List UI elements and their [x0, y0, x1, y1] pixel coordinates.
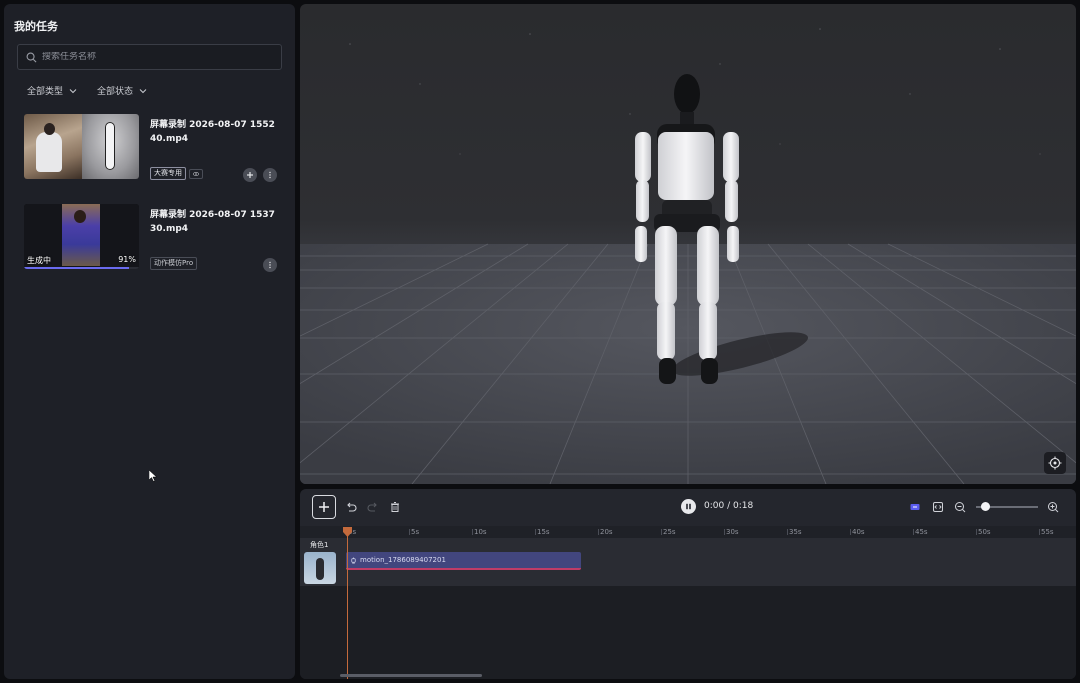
ruler-tick: 25s [663, 528, 676, 536]
search-icon [26, 52, 37, 62]
task-panel: 我的任务 全部类型 全部状态 屏幕录制 2026-08-07 155240.mp… [4, 4, 295, 679]
timeline-panel: 0:00 / 0:18 0s 5s 10s 15s 20s 25s 30s 35s 40s 45s… [300, 489, 1076, 679]
time-ruler[interactable]: 0s 5s 10s 15s 20s 25s 30s 35s 40s 45s 50s 55s [300, 526, 1076, 538]
type-filter[interactable]: 全部类型 [27, 84, 77, 97]
character-avatar[interactable] [304, 552, 336, 584]
ruler-tick: 10s [474, 528, 487, 536]
tag-eye [189, 168, 203, 179]
add-to-timeline-button[interactable] [243, 168, 257, 182]
redo-icon [367, 502, 377, 512]
task-tag: 大赛专用 [150, 167, 186, 180]
pause-button[interactable] [681, 499, 696, 514]
more-vertical-icon [269, 171, 271, 179]
ruler-tick-mark [724, 529, 725, 535]
task-tags: 动作模仿Pro [150, 257, 198, 270]
progress-fill [24, 267, 129, 269]
ruler-tick-mark [472, 529, 473, 535]
horizontal-scrollbar[interactable] [340, 674, 482, 677]
view-mode-toggle[interactable] [908, 500, 922, 514]
status-filter-label: 全部状态 [97, 87, 134, 97]
robot-icon [351, 556, 356, 563]
ruler-tick-mark [913, 529, 914, 535]
zoom-in-icon [1048, 502, 1059, 513]
ruler-tick-mark [598, 529, 599, 535]
task-tag: 动作模仿Pro [150, 257, 198, 270]
generating-status: 生成中 [27, 256, 51, 265]
zoom-out-icon [955, 502, 966, 513]
fit-view-button[interactable] [931, 500, 945, 514]
filter-bar: 全部类型 全部状态 [27, 84, 147, 97]
ruler-tick: 35s [789, 528, 802, 536]
add-clip-button[interactable] [312, 495, 336, 519]
zoom-slider-handle[interactable] [980, 502, 990, 511]
status-filter[interactable]: 全部状态 [97, 84, 147, 97]
clip-label: motion_1786089407201 [360, 556, 446, 564]
ruler-tick-mark [409, 529, 410, 535]
trash-icon [391, 502, 399, 512]
chevron-down-icon [139, 88, 147, 93]
track-area: 角色1 motion_1786089407201 [300, 538, 1076, 679]
task-name: 屏幕录制 2026-08-07 153730.mp4 [150, 210, 275, 234]
undo-icon [347, 502, 357, 512]
motion-clip[interactable]: motion_1786089407201 [346, 552, 581, 570]
track-row: 角色1 motion_1786089407201 [300, 538, 1076, 586]
eye-icon [193, 171, 199, 176]
zoom-in-button[interactable] [1046, 500, 1060, 514]
scene-canvas [300, 28, 1076, 484]
zoom-out-button[interactable] [953, 500, 967, 514]
timeline-toolbar: 0:00 / 0:18 [300, 489, 1076, 525]
pause-icon [686, 503, 691, 510]
ruler-tick-mark [535, 529, 536, 535]
ruler-tick-mark [661, 529, 662, 535]
ruler-tick-mark [1039, 529, 1040, 535]
plus-icon [319, 502, 329, 512]
task-thumbnail [24, 114, 139, 179]
playhead-handle[interactable] [343, 527, 352, 537]
robot-preview-frame [82, 114, 139, 179]
ruler-tick: 40s [852, 528, 865, 536]
task-name: 屏幕录制 2026-08-07 155240.mp4 [150, 120, 275, 144]
ruler-tick: 55s [1041, 528, 1054, 536]
task-tags: 大赛专用 [150, 167, 203, 180]
ruler-tick: 45s [915, 528, 928, 536]
panel-title: 我的任务 [14, 20, 58, 33]
plus-icon [247, 172, 253, 178]
task-item[interactable]: 生成中 91% 屏幕录制 2026-08-07 153730.mp4 动作模仿P… [24, 204, 286, 274]
ruler-tick: 30s [726, 528, 739, 536]
playhead-line [347, 529, 348, 679]
crosshair-icon [1048, 456, 1062, 470]
delete-button[interactable] [388, 500, 402, 514]
search-box[interactable] [17, 44, 282, 70]
ruler-tick: 50s [978, 528, 991, 536]
undo-button[interactable] [344, 500, 358, 514]
ruler-tick-mark [850, 529, 851, 535]
more-vertical-icon [269, 261, 271, 269]
search-input[interactable] [42, 52, 272, 62]
task-item[interactable]: 屏幕录制 2026-08-07 155240.mp4 大赛专用 [24, 114, 286, 184]
chevron-down-icon [69, 88, 77, 93]
type-filter-label: 全部类型 [27, 87, 64, 97]
progress-bar [24, 267, 139, 269]
3d-viewport[interactable] [300, 4, 1076, 484]
ruler-tick: 5s [411, 528, 420, 536]
ruler-tick-mark [787, 529, 788, 535]
recenter-view-button[interactable] [1044, 452, 1066, 474]
playback-time: 0:00 / 0:18 [704, 501, 754, 511]
task-thumbnail: 生成中 91% [24, 204, 139, 269]
source-video-frame [24, 114, 82, 179]
layer-icon [910, 504, 920, 510]
mouse-cursor-icon [149, 470, 157, 482]
source-video-frame [62, 204, 100, 266]
character-label: 角色1 [310, 541, 329, 549]
redo-button[interactable] [366, 500, 380, 514]
app-root: 我的任务 全部类型 全部状态 屏幕录制 2026-08-07 155240.mp… [0, 0, 1080, 683]
more-options-button[interactable] [263, 258, 277, 272]
ruler-tick-mark [976, 529, 977, 535]
ruler-tick: 15s [537, 528, 550, 536]
more-options-button[interactable] [263, 168, 277, 182]
ruler-tick: 20s [600, 528, 613, 536]
progress-percent: 91% [118, 255, 136, 264]
fit-width-icon [933, 502, 943, 512]
